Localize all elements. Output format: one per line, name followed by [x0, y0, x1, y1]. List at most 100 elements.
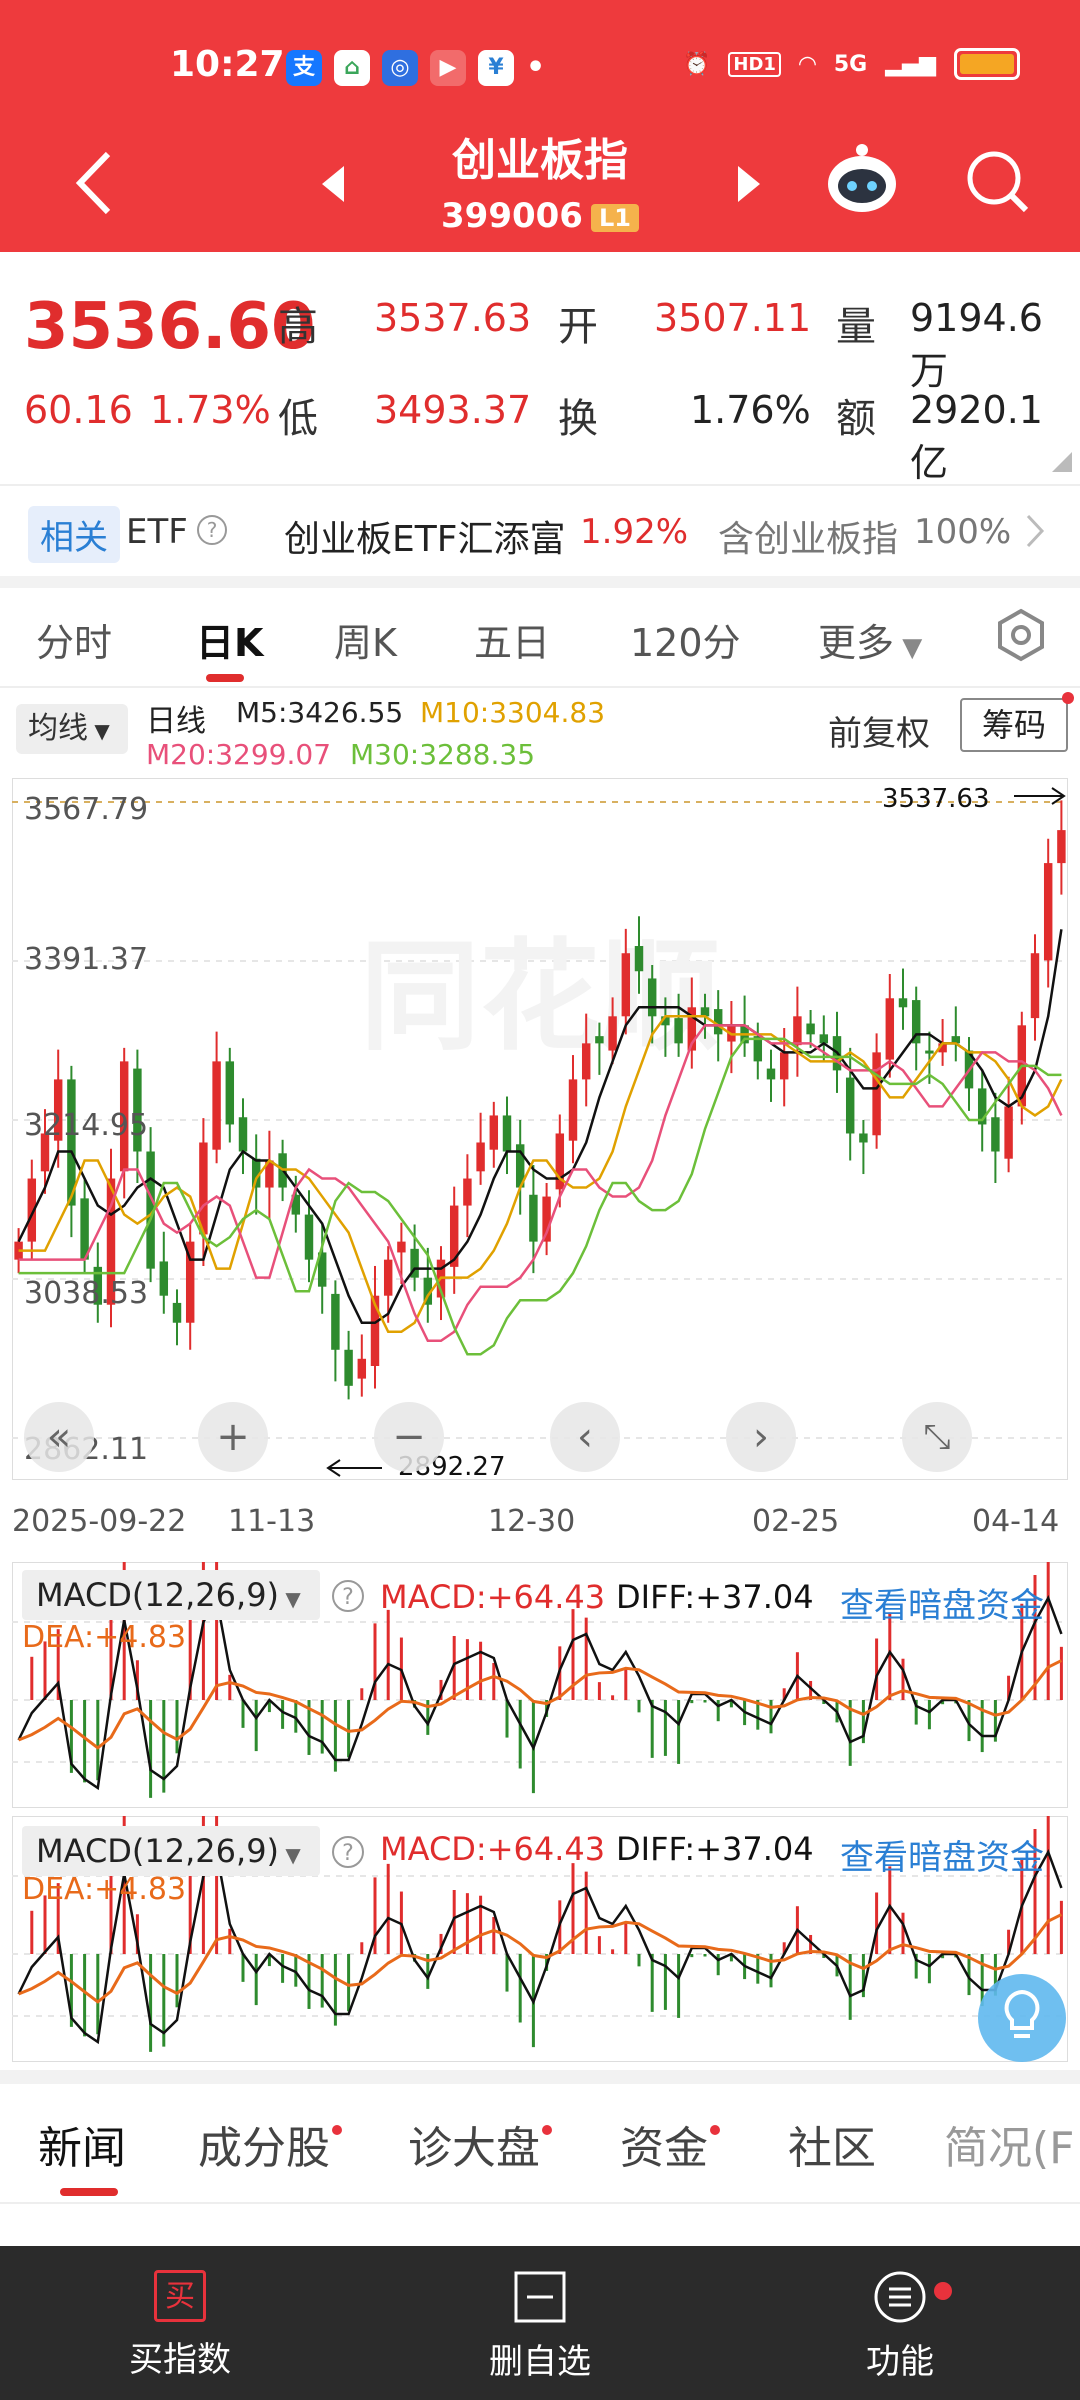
- help-icon[interactable]: ?: [196, 514, 228, 546]
- page-title: 创业板指: [452, 135, 628, 186]
- caret-down-icon: ▼: [279, 1587, 301, 1611]
- candle-body: [634, 946, 644, 972]
- tab-funds[interactable]: 资金: [620, 2112, 720, 2176]
- candle-body: [1004, 1106, 1013, 1159]
- candle-body: [925, 1050, 934, 1054]
- candle-body: [159, 1261, 169, 1296]
- tab-timeshare[interactable]: 分时: [36, 612, 112, 667]
- x-tick-label: 12-30: [488, 1504, 576, 1539]
- help-icon[interactable]: ?: [330, 1834, 366, 1870]
- y-tick-label: 3567.79: [24, 792, 149, 827]
- bank-app-icon: ¥: [478, 50, 514, 86]
- volume-value: 9194.6万: [910, 296, 1043, 393]
- tab-community[interactable]: 社区: [788, 2112, 876, 2176]
- divider: [0, 484, 1080, 486]
- candle-body: [1030, 953, 1040, 1019]
- candle-body: [304, 1214, 314, 1260]
- ma30-value: M30:3288.35: [350, 738, 536, 771]
- chart-frame: [12, 778, 1068, 1480]
- candle-body: [859, 1133, 868, 1143]
- zoom-out-button[interactable]: −: [374, 1402, 444, 1472]
- tab-more[interactable]: 更多 ▼: [818, 612, 922, 667]
- divider: [0, 2202, 1080, 2204]
- index-code: 399006 L1: [0, 196, 1080, 236]
- dea-value-2: DEA:+4.83: [22, 1872, 187, 1907]
- expand-corner-icon[interactable]: [1052, 452, 1072, 472]
- macd-selector-1[interactable]: MACD(12,26,9) ▼: [22, 1570, 320, 1620]
- function-button[interactable]: 功能: [720, 2246, 1080, 2383]
- svg-text:?: ?: [207, 518, 218, 542]
- last-price: 3536.60: [24, 290, 316, 364]
- candle-body: [845, 1077, 855, 1134]
- robot-assistant-icon[interactable]: [824, 140, 900, 216]
- notification-dot: [934, 2282, 952, 2300]
- scroll-left-button[interactable]: ‹: [550, 1402, 620, 1472]
- dark-pool-link-2[interactable]: 查看暗盘资金: [840, 1830, 1044, 1879]
- tab-five-day[interactable]: 五日: [474, 612, 550, 667]
- caret-down-icon: ▼: [88, 719, 110, 743]
- notification-dot: [332, 2125, 342, 2135]
- candle-body: [674, 1018, 683, 1044]
- wifi-icon: ◠: [798, 51, 816, 77]
- search-icon[interactable]: [964, 148, 1030, 214]
- candle-body: [397, 1241, 406, 1253]
- next-index-icon[interactable]: [734, 164, 764, 204]
- settings-hex-icon[interactable]: [994, 608, 1048, 662]
- candle-body: [766, 1068, 776, 1080]
- ma-selector-label: 均线: [28, 711, 88, 746]
- tab-label: 诊大盘: [408, 2123, 540, 2174]
- y-tick-label: 3214.95: [24, 1108, 149, 1143]
- signal-5g-icon: 5G: [833, 51, 868, 77]
- zoom-in-button[interactable]: +: [198, 1402, 268, 1472]
- level-badge: L1: [590, 203, 639, 232]
- open-value: 3507.11: [654, 296, 812, 340]
- ma5-value: M5:3426.55: [236, 696, 404, 729]
- candle-body: [529, 1194, 538, 1242]
- chips-button[interactable]: 筹码: [960, 698, 1068, 752]
- candlestick-chart[interactable]: 同花顺: [12, 778, 1068, 1480]
- ma-selector[interactable]: 均线 ▼: [16, 704, 128, 754]
- tab-news[interactable]: 新闻: [38, 2112, 126, 2176]
- candle-body: [898, 998, 908, 1008]
- tab-weekly-k[interactable]: 周K: [334, 612, 397, 667]
- active-tab-indicator: [206, 674, 244, 682]
- rewind-button[interactable]: «: [24, 1402, 94, 1472]
- ma20-value: M20:3299.07: [146, 738, 332, 771]
- macd-selector-2[interactable]: MACD(12,26,9) ▼: [22, 1826, 320, 1876]
- candle-body: [1043, 863, 1053, 961]
- candle-body: [568, 1079, 578, 1141]
- chevron-right-icon[interactable]: [1024, 514, 1046, 548]
- candle-body: [872, 1052, 881, 1136]
- caret-down-icon: ▼: [279, 1843, 301, 1867]
- remove-watchlist-button[interactable]: 删自选: [360, 2246, 720, 2383]
- candle-body: [595, 1036, 604, 1044]
- fullscreen-button[interactable]: ⤡: [902, 1402, 972, 1472]
- help-icon[interactable]: ?: [330, 1578, 366, 1614]
- tab-constituents[interactable]: 成分股: [198, 2112, 342, 2176]
- y-tick-label: 3038.53: [24, 1276, 149, 1311]
- remove-watchlist-label: 删自选: [489, 2342, 591, 2382]
- svg-text:?: ?: [342, 1585, 354, 1610]
- etf-name[interactable]: 创业板ETF汇添富: [284, 510, 565, 562]
- tab-diagnosis[interactable]: 诊大盘: [408, 2112, 552, 2176]
- video-app-icon: ▶: [430, 50, 466, 86]
- candle-body: [331, 1293, 340, 1350]
- tab-overview[interactable]: 简况(F: [944, 2112, 1080, 2176]
- scroll-right-button[interactable]: ›: [726, 1402, 796, 1472]
- code-text: 399006: [441, 196, 583, 236]
- signal-icon: ▂▄▆: [885, 51, 936, 77]
- remove-icon: [514, 2271, 566, 2323]
- adjust-mode[interactable]: 前复权: [828, 706, 930, 755]
- candle-body: [885, 998, 895, 1060]
- dark-pool-link-1[interactable]: 查看暗盘资金: [840, 1578, 1044, 1627]
- lightbulb-icon[interactable]: [976, 1972, 1068, 2064]
- tab-daily-k[interactable]: 日K: [196, 612, 263, 667]
- macd-value-2: MACD:+64.43: [380, 1830, 606, 1868]
- volume-label: 量: [836, 304, 876, 350]
- buy-index-button[interactable]: 买 买指数: [0, 2246, 360, 2381]
- tab-120min[interactable]: 120分: [630, 612, 741, 667]
- holding-label: 含创业板指: [718, 519, 899, 560]
- battery-icon: [954, 48, 1020, 80]
- turnover-value: 1.76%: [690, 388, 811, 432]
- candle-body: [700, 1007, 710, 1017]
